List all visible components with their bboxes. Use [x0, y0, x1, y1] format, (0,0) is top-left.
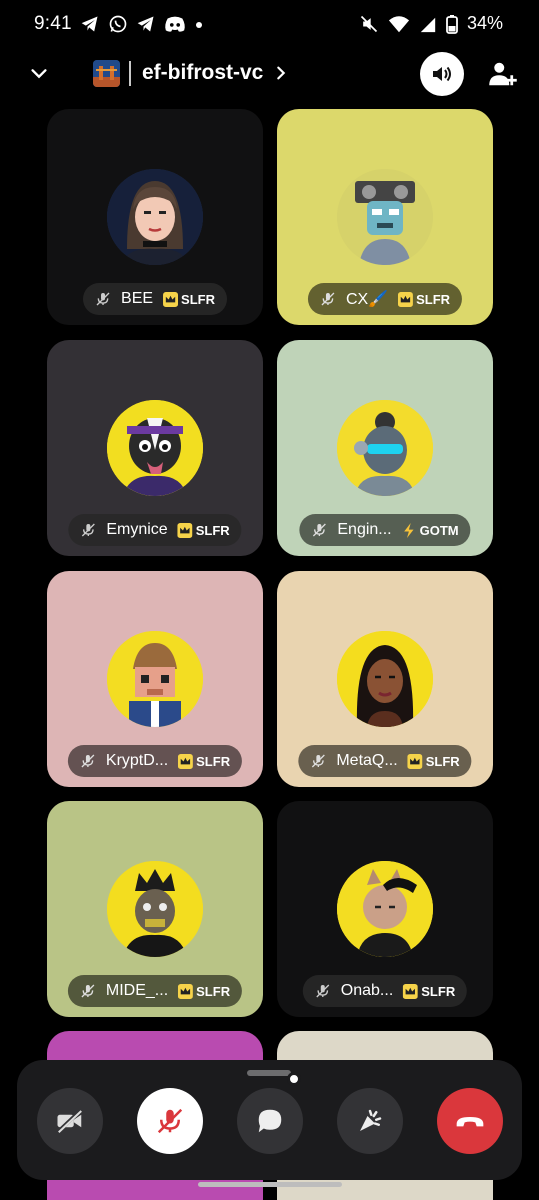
- chevron-right-icon[interactable]: [272, 63, 290, 83]
- signal-icon: [420, 17, 436, 32]
- participant-tile[interactable]: Onab... SLFR: [277, 801, 493, 1017]
- mute-icon: [360, 15, 378, 32]
- lightning-icon: [404, 522, 414, 538]
- crown-badge-icon: [178, 753, 194, 769]
- avatar: [107, 631, 203, 727]
- discord-icon: [165, 16, 185, 32]
- status-right: 34%: [359, 13, 503, 34]
- camera-off-icon: [56, 1108, 83, 1134]
- muted-mic-icon: [312, 523, 326, 537]
- avatar: [337, 631, 433, 727]
- guild-tag: SLFR: [421, 983, 456, 999]
- chat-bubble-icon: [258, 1109, 282, 1133]
- participant-name: CX🖌️: [345, 291, 389, 308]
- wifi-icon: [388, 15, 410, 32]
- guild-tag: SLFR: [196, 753, 231, 769]
- participant-nametag: KryptD... SLFR: [67, 745, 243, 777]
- participant-name: MIDE_...: [105, 982, 169, 999]
- call-controls: [17, 1060, 522, 1180]
- participant-tile[interactable]: CX🖌️ SLFR: [277, 109, 493, 325]
- participant-name: Emynice: [106, 521, 168, 538]
- hang-up-icon: [456, 1117, 484, 1127]
- muted-mic-icon: [316, 984, 330, 998]
- participant-name: Engin...: [337, 521, 392, 538]
- crown-badge-icon: [403, 983, 419, 999]
- participant-tile[interactable]: BEE SLFR: [47, 109, 263, 325]
- camera-off-button[interactable]: [37, 1088, 103, 1154]
- avatar: [337, 400, 433, 496]
- crown-badge-icon: [178, 983, 194, 999]
- status-time: 9:41: [34, 13, 72, 34]
- server-icon: [93, 60, 120, 87]
- participant-nametag: MIDE_... SLFR: [67, 975, 243, 1007]
- home-indicator[interactable]: [198, 1182, 342, 1187]
- telegram-icon: [137, 16, 154, 32]
- crown-badge-icon: [407, 753, 423, 769]
- guild-tag: GOTM: [419, 522, 459, 538]
- participant-nametag: Emynice SLFR: [68, 514, 242, 546]
- participant-nametag: MetaQ... SLFR: [298, 745, 472, 777]
- avatar: [107, 861, 203, 957]
- speaker-icon: [433, 66, 451, 82]
- participant-tile[interactable]: MetaQ... SLFR: [277, 571, 493, 787]
- muted-mic-icon: [81, 523, 95, 537]
- speaker-button[interactable]: [420, 52, 464, 96]
- participant-tile[interactable]: Engin... GOTM: [277, 340, 493, 556]
- avatar: [337, 169, 433, 265]
- guild-tag: SLFR: [416, 291, 451, 307]
- guild-tag: SLFR: [195, 522, 230, 538]
- chevron-down-icon[interactable]: [28, 63, 50, 85]
- participant-nametag: Onab... SLFR: [302, 975, 468, 1007]
- header-divider: [129, 61, 131, 86]
- channel-name[interactable]: ef-bifrost-vc: [142, 61, 263, 85]
- participant-tile[interactable]: Emynice SLFR: [47, 340, 263, 556]
- rocket-activity-icon: [360, 1109, 382, 1131]
- battery-percent: 34%: [466, 13, 503, 33]
- muted-mic-icon: [321, 292, 335, 306]
- participant-nametag: Engin... GOTM: [299, 514, 471, 546]
- add-user-icon[interactable]: [488, 59, 518, 89]
- chat-button[interactable]: [237, 1088, 303, 1154]
- crown-badge-icon: [398, 291, 414, 307]
- muted-mic-icon: [157, 1108, 183, 1134]
- avatar: [337, 861, 433, 957]
- avatar: [107, 400, 203, 496]
- participant-tile[interactable]: KryptD... SLFR: [47, 571, 263, 787]
- participant-name: MetaQ...: [336, 752, 398, 769]
- call-header: ef-bifrost-vc: [0, 52, 539, 100]
- crown-badge-icon: [177, 522, 193, 538]
- participant-nametag: CX🖌️ SLFR: [307, 283, 463, 315]
- muted-mic-icon: [96, 292, 110, 306]
- unread-dot: [287, 1072, 301, 1086]
- participant-name: BEE: [121, 290, 154, 307]
- notification-icons: [80, 14, 204, 34]
- leave-call-button[interactable]: [437, 1088, 503, 1154]
- muted-mic-icon: [81, 984, 95, 998]
- telegram-icon: [81, 16, 98, 32]
- guild-tag: SLFR: [181, 291, 215, 307]
- mute-mic-button[interactable]: [137, 1088, 203, 1154]
- participant-nametag: BEE SLFR: [83, 283, 227, 315]
- crown-badge-icon: [163, 291, 179, 307]
- participant-name: Onab...: [340, 982, 394, 999]
- activities-button[interactable]: [337, 1088, 403, 1154]
- drag-handle[interactable]: [247, 1070, 291, 1076]
- whatsapp-icon: [109, 15, 127, 33]
- muted-mic-icon: [81, 754, 95, 768]
- guild-tag: SLFR: [196, 983, 231, 999]
- participant-tile[interactable]: MIDE_... SLFR: [47, 801, 263, 1017]
- dot-icon: [196, 22, 202, 28]
- avatar: [107, 169, 203, 265]
- participant-name: KryptD...: [105, 752, 169, 769]
- guild-tag: SLFR: [425, 753, 460, 769]
- status-bar: 9:41 34%: [0, 0, 539, 52]
- battery-icon: [446, 14, 458, 34]
- muted-mic-icon: [311, 754, 325, 768]
